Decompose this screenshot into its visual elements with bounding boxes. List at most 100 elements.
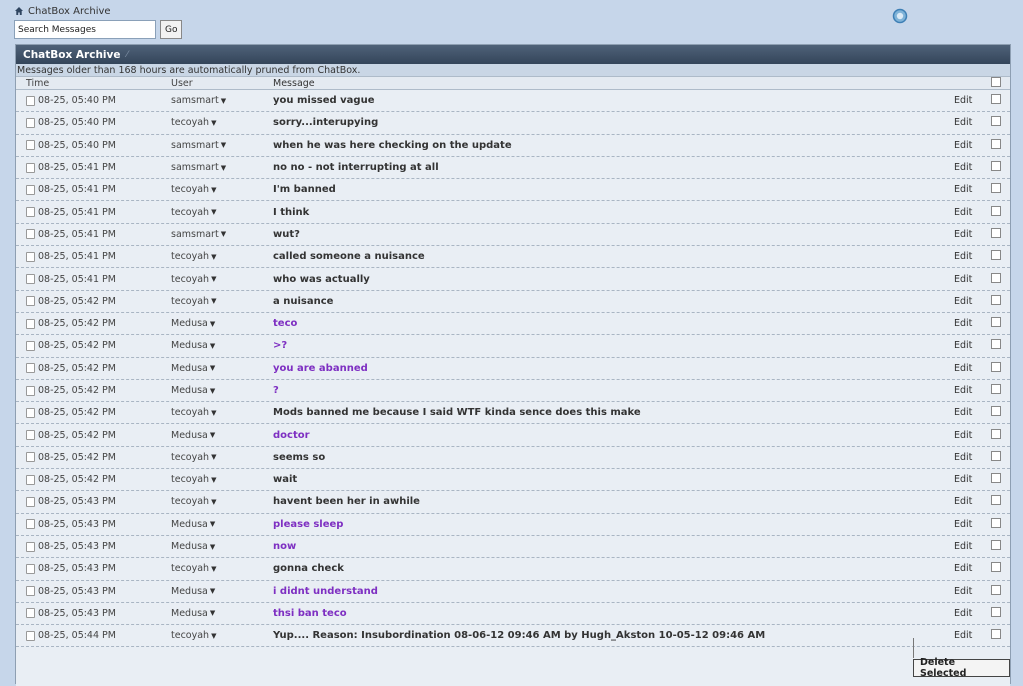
edit-link[interactable]: Edit	[954, 407, 972, 418]
row-select-checkbox[interactable]	[991, 183, 1001, 196]
select-checkbox-time[interactable]	[26, 340, 35, 351]
edit-link[interactable]: Edit	[954, 608, 972, 619]
user-cell[interactable]: samsmart ▼	[171, 140, 226, 151]
dropdown-caret-icon[interactable]: ▼	[211, 297, 216, 305]
user-name[interactable]: Medusa	[171, 363, 208, 374]
user-name[interactable]: Medusa	[171, 608, 208, 619]
row-select-checkbox[interactable]	[991, 450, 1001, 464]
row-select-checkbox[interactable]	[991, 384, 1001, 397]
select-checkbox-time[interactable]	[26, 541, 35, 552]
user-name[interactable]: samsmart	[171, 229, 219, 240]
dropdown-caret-icon[interactable]: ▼	[210, 342, 215, 350]
user-cell[interactable]: Medusa ▼	[171, 363, 215, 374]
user-name[interactable]: Medusa	[171, 340, 208, 351]
select-checkbox-time[interactable]	[26, 452, 35, 463]
dropdown-caret-icon[interactable]: ▼	[211, 453, 216, 461]
edit-link[interactable]: Edit	[954, 140, 972, 151]
dropdown-caret-icon[interactable]: ▼	[221, 97, 226, 105]
select-checkbox-time[interactable]	[26, 117, 35, 128]
select-checkbox-time[interactable]	[26, 608, 35, 619]
user-cell[interactable]: Medusa ▼	[171, 541, 215, 552]
select-checkbox-time[interactable]	[26, 519, 35, 530]
select-checkbox-time[interactable]	[26, 140, 35, 151]
edit-link[interactable]: Edit	[954, 274, 972, 285]
row-select-checkbox[interactable]	[991, 250, 1001, 263]
row-select-checkbox[interactable]	[991, 562, 1001, 575]
row-select-checkbox[interactable]	[991, 361, 1001, 375]
dropdown-caret-icon[interactable]: ▼	[210, 543, 215, 551]
edit-link[interactable]: Edit	[954, 340, 972, 351]
select-checkbox-time[interactable]	[26, 95, 35, 106]
user-name[interactable]: samsmart	[171, 162, 219, 173]
user-name[interactable]: Medusa	[171, 519, 208, 530]
dropdown-caret-icon[interactable]: ▼	[211, 632, 216, 640]
row-select-checkbox[interactable]	[991, 629, 1001, 642]
user-cell[interactable]: samsmart ▼	[171, 95, 226, 106]
edit-link[interactable]: Edit	[954, 251, 972, 262]
row-select-checkbox[interactable]	[991, 517, 1001, 531]
select-checkbox-time[interactable]	[26, 586, 35, 597]
dropdown-caret-icon[interactable]: ▼	[211, 186, 216, 194]
user-cell[interactable]: tecoyah ▼	[171, 407, 216, 418]
user-name[interactable]: tecoyah	[171, 274, 209, 285]
user-cell[interactable]: tecoyah ▼	[171, 474, 216, 485]
row-select-checkbox[interactable]	[991, 495, 1001, 508]
user-name[interactable]: tecoyah	[171, 496, 209, 507]
row-select-checkbox[interactable]	[991, 116, 1001, 129]
user-name[interactable]: samsmart	[171, 95, 219, 106]
user-cell[interactable]: Medusa ▼	[171, 586, 215, 597]
user-cell[interactable]: tecoyah ▼	[171, 117, 216, 128]
column-message[interactable]: Message	[273, 78, 315, 89]
user-name[interactable]: tecoyah	[171, 563, 209, 574]
edit-link[interactable]: Edit	[954, 184, 972, 195]
row-select-checkbox[interactable]	[991, 94, 1001, 107]
home-icon[interactable]	[14, 6, 24, 16]
collapse-icon[interactable]: ⁄	[127, 50, 129, 60]
edit-link[interactable]: Edit	[954, 563, 972, 574]
select-checkbox-time[interactable]	[26, 229, 35, 240]
dropdown-caret-icon[interactable]: ▼	[210, 387, 215, 395]
edit-link[interactable]: Edit	[954, 162, 972, 173]
select-checkbox-time[interactable]	[26, 318, 35, 329]
user-cell[interactable]: samsmart ▼	[171, 162, 226, 173]
select-checkbox-time[interactable]	[26, 430, 35, 441]
user-cell[interactable]: tecoyah ▼	[171, 452, 216, 463]
user-name[interactable]: Medusa	[171, 430, 208, 441]
user-name[interactable]: tecoyah	[171, 251, 209, 262]
user-cell[interactable]: Medusa ▼	[171, 318, 215, 329]
row-select-checkbox[interactable]	[991, 294, 1001, 308]
dropdown-caret-icon[interactable]: ▼	[210, 609, 215, 617]
edit-link[interactable]: Edit	[954, 229, 972, 240]
user-cell[interactable]: tecoyah ▼	[171, 184, 216, 195]
edit-link[interactable]: Edit	[954, 430, 972, 441]
select-checkbox-time[interactable]	[26, 363, 35, 374]
select-checkbox-time[interactable]	[26, 162, 35, 173]
breadcrumb-label[interactable]: ChatBox Archive	[28, 6, 111, 17]
dropdown-caret-icon[interactable]: ▼	[210, 520, 215, 528]
user-cell[interactable]: tecoyah ▼	[171, 496, 216, 507]
row-select-checkbox[interactable]	[991, 540, 1001, 553]
user-name[interactable]: Medusa	[171, 318, 208, 329]
user-cell[interactable]: tecoyah ▼	[171, 251, 216, 262]
user-cell[interactable]: Medusa ▼	[171, 430, 215, 441]
row-select-checkbox[interactable]	[991, 272, 1001, 286]
dropdown-caret-icon[interactable]: ▼	[221, 164, 226, 172]
user-name[interactable]: Medusa	[171, 385, 208, 396]
user-name[interactable]: tecoyah	[171, 407, 209, 418]
dropdown-caret-icon[interactable]: ▼	[210, 587, 215, 595]
row-select-checkbox[interactable]	[991, 227, 1001, 241]
select-checkbox-time[interactable]	[26, 207, 35, 218]
column-user[interactable]: User	[171, 78, 193, 89]
user-cell[interactable]: tecoyah ▼	[171, 274, 216, 285]
user-name[interactable]: Medusa	[171, 586, 208, 597]
user-cell[interactable]: tecoyah ▼	[171, 207, 216, 218]
select-checkbox-time[interactable]	[26, 251, 35, 262]
edit-link[interactable]: Edit	[954, 452, 972, 463]
user-cell[interactable]: Medusa ▼	[171, 340, 215, 351]
row-select-checkbox[interactable]	[991, 317, 1001, 330]
dropdown-caret-icon[interactable]: ▼	[211, 565, 216, 573]
select-checkbox-time[interactable]	[26, 563, 35, 574]
edit-link[interactable]: Edit	[954, 541, 972, 552]
column-time[interactable]: Time	[26, 78, 49, 89]
user-cell[interactable]: tecoyah ▼	[171, 630, 216, 641]
